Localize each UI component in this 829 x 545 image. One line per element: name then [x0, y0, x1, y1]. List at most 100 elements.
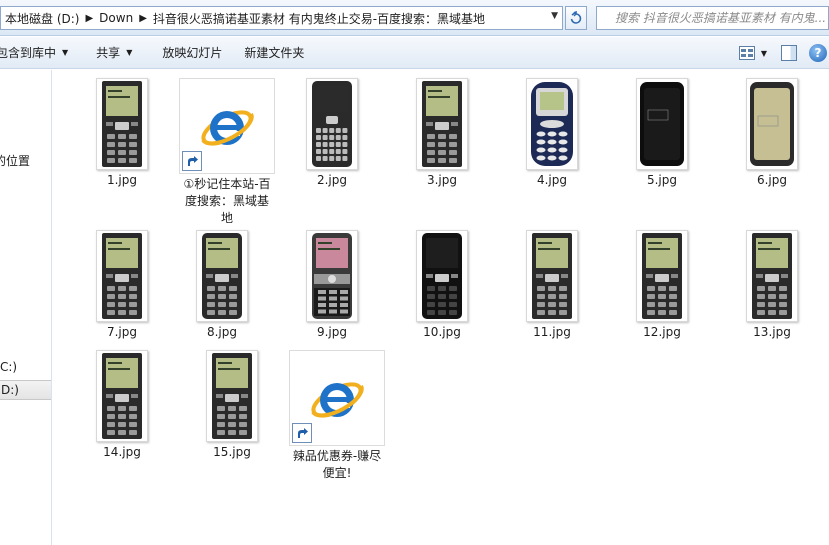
shortcut-thumbnail — [179, 78, 275, 174]
slideshow-button[interactable]: 放映幻灯片 — [162, 44, 236, 61]
phone-image — [102, 353, 142, 439]
file-name-label: 3.jpg — [426, 173, 458, 187]
address-history-dropdown-icon[interactable]: ▼ — [551, 11, 558, 21]
phone-image — [202, 233, 242, 319]
file-name-label: 1.jpg — [106, 173, 138, 187]
image-file-item[interactable]: 10.jpg — [392, 230, 492, 341]
shortcut-arrow-icon — [182, 151, 202, 171]
file-name-label: 11.jpg — [533, 325, 571, 339]
share-button[interactable]: 共享 ▼ — [96, 44, 146, 61]
image-thumbnail — [96, 78, 148, 170]
image-thumbnail — [96, 230, 148, 322]
image-file-item[interactable]: 4.jpg — [502, 78, 602, 189]
image-file-item[interactable]: 11.jpg — [502, 230, 602, 341]
image-file-item[interactable]: 3.jpg — [392, 78, 492, 189]
preview-pane-button[interactable] — [781, 45, 797, 61]
image-thumbnail — [636, 230, 688, 322]
file-name-label: 6.jpg — [756, 173, 788, 187]
breadcrumb-separator-icon[interactable]: ▶ — [83, 13, 95, 24]
slideshow-label: 放映幻灯片 — [162, 46, 223, 60]
image-file-item[interactable]: 14.jpg — [72, 350, 172, 461]
phone-image — [752, 233, 792, 319]
image-file-item[interactable]: 6.jpg — [722, 78, 822, 189]
navigation-pane[interactable]: 的位置 C:) D:) — [0, 70, 52, 545]
file-name-label: 10.jpg — [423, 325, 461, 339]
internet-explorer-icon — [201, 110, 254, 146]
file-name-label: 9.jpg — [316, 325, 348, 339]
phone-image — [102, 81, 142, 167]
share-label: 共享 — [96, 46, 121, 60]
new-folder-label: 新建文件夹 — [244, 46, 305, 60]
search-input[interactable] — [615, 11, 825, 25]
shortcut-file-item[interactable]: ①秒记住本站-百度搜索：黑域基地 — [172, 78, 282, 227]
file-name-label: 12.jpg — [643, 325, 681, 339]
image-file-item[interactable]: 2.jpg — [282, 78, 382, 189]
image-file-item[interactable]: 9.jpg — [282, 230, 382, 341]
shortcut-file-item[interactable]: 辣品优惠券-赚尽便宜! — [282, 350, 392, 482]
shortcut-arrow-icon — [292, 423, 312, 443]
nav-drive-d[interactable]: D:) — [0, 380, 51, 400]
phone-image — [640, 82, 684, 166]
file-name-label: 2.jpg — [316, 173, 348, 187]
image-thumbnail — [746, 230, 798, 322]
file-name-label: 7.jpg — [106, 325, 138, 339]
command-bar: 包含到库中 ▼ 共享 ▼ 放映幻灯片 新建文件夹 ▼ ? — [0, 37, 829, 69]
image-thumbnail — [306, 78, 358, 170]
image-thumbnail — [206, 350, 258, 442]
refresh-icon — [570, 11, 582, 24]
phone-image — [212, 353, 252, 439]
address-bar-strip: 本地磁盘 (D:) ▶ Down ▶ 抖音很火恶搞诺基亚素材 有内鬼终止交易-百… — [0, 0, 829, 36]
file-name-label: 8.jpg — [206, 325, 238, 339]
file-list: 1.jpg ①秒记住本站-百度搜索：黑域基地 2.jpg 3.jpg 4.jpg 5.j… — [52, 70, 829, 545]
nav-drive-c[interactable]: C:) — [0, 360, 17, 374]
help-icon[interactable]: ? — [809, 44, 827, 62]
phone-image — [531, 82, 573, 166]
breadcrumb-down[interactable]: Down — [95, 11, 137, 25]
nav-recent-places[interactable]: 的位置 — [0, 152, 30, 169]
image-thumbnail — [526, 230, 578, 322]
phone-image — [422, 81, 462, 167]
image-file-item[interactable]: 15.jpg — [182, 350, 282, 461]
change-view-button[interactable]: ▼ — [738, 46, 767, 60]
new-folder-button[interactable]: 新建文件夹 — [244, 44, 318, 61]
phone-image — [312, 81, 352, 167]
file-name-label: 5.jpg — [646, 173, 678, 187]
phone-image — [750, 82, 794, 166]
file-name-label: 15.jpg — [213, 445, 251, 459]
breadcrumb-separator-icon[interactable]: ▶ — [137, 13, 149, 24]
chevron-down-icon[interactable]: ▼ — [761, 49, 767, 58]
include-in-library-button[interactable]: 包含到库中 ▼ — [0, 44, 82, 61]
phone-image — [312, 233, 352, 319]
image-file-item[interactable]: 13.jpg — [722, 230, 822, 341]
refresh-button[interactable] — [565, 6, 587, 30]
breadcrumb-drive-d[interactable]: 本地磁盘 (D:) — [1, 10, 83, 27]
image-file-item[interactable]: 12.jpg — [612, 230, 712, 341]
address-bar[interactable]: 本地磁盘 (D:) ▶ Down ▶ 抖音很火恶搞诺基亚素材 有内鬼终止交易-百… — [0, 6, 563, 30]
breadcrumb-current-folder[interactable]: 抖音很火恶搞诺基亚素材 有内鬼终止交易-百度搜索：黑域基地 — [149, 10, 489, 27]
include-in-library-label: 包含到库中 — [0, 46, 57, 60]
shortcut-thumbnail — [289, 350, 385, 446]
image-thumbnail — [526, 78, 578, 170]
phone-image — [422, 233, 462, 319]
image-file-item[interactable]: 1.jpg — [72, 78, 172, 189]
chevron-down-icon: ▼ — [62, 48, 69, 57]
image-thumbnail — [746, 78, 798, 170]
image-thumbnail — [96, 350, 148, 442]
image-thumbnail — [306, 230, 358, 322]
phone-image — [532, 233, 572, 319]
file-name-label: 辣品优惠券-赚尽便宜! — [292, 449, 382, 480]
chevron-down-icon: ▼ — [126, 48, 133, 57]
image-file-item[interactable]: 7.jpg — [72, 230, 172, 341]
image-thumbnail — [416, 78, 468, 170]
search-box[interactable] — [596, 6, 829, 30]
file-name-label: ①秒记住本站-百度搜索：黑域基地 — [183, 177, 271, 225]
file-name-label: 14.jpg — [103, 445, 141, 459]
image-file-item[interactable]: 8.jpg — [172, 230, 272, 341]
image-thumbnail — [636, 78, 688, 170]
file-name-label: 4.jpg — [536, 173, 568, 187]
image-file-item[interactable]: 5.jpg — [612, 78, 712, 189]
phone-image — [642, 233, 682, 319]
file-name-label: 13.jpg — [753, 325, 791, 339]
image-thumbnail — [196, 230, 248, 322]
phone-image — [102, 233, 142, 319]
